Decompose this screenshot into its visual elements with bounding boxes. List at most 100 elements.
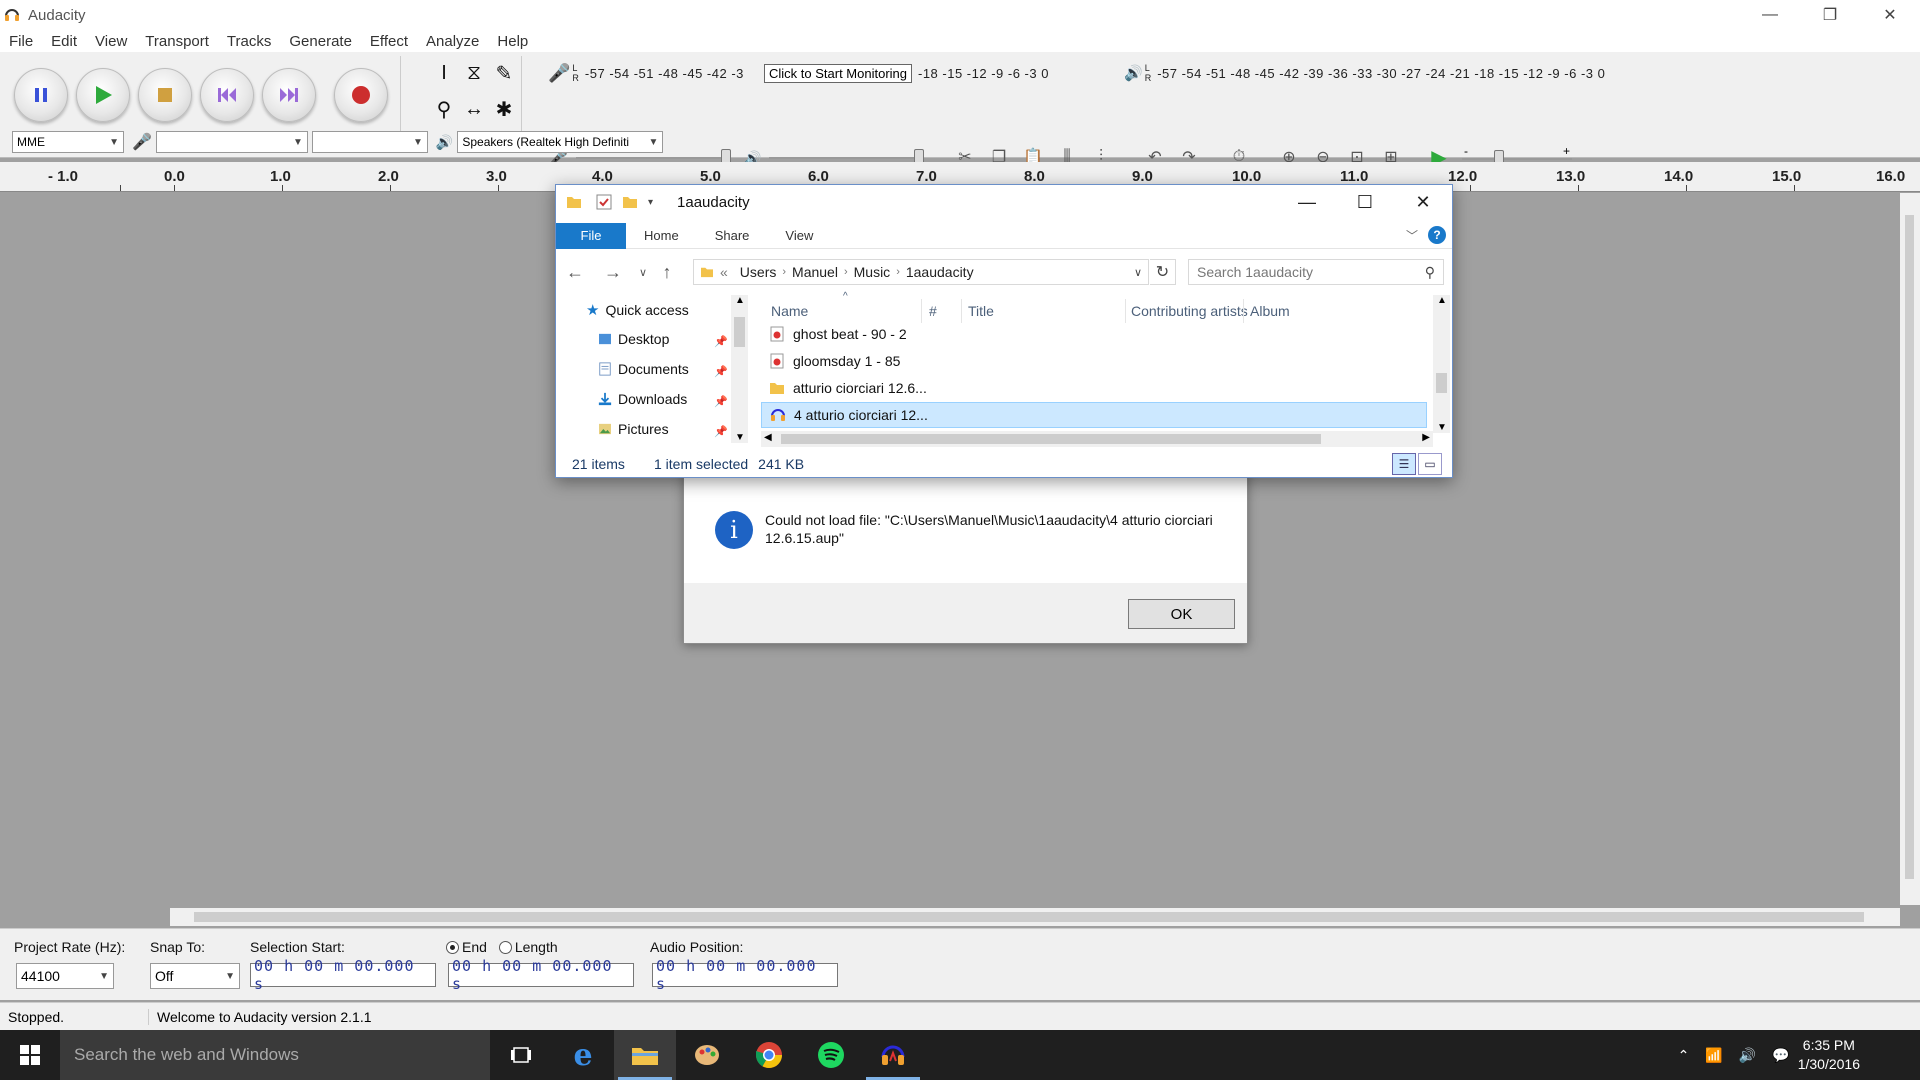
file-list-vscrollbar[interactable]: ▲ ▼	[1433, 295, 1450, 433]
scroll-down-icon[interactable]: ▼	[735, 432, 745, 443]
audio-host-select[interactable]: MME ▼	[12, 131, 124, 153]
draw-tool-icon[interactable]: ✎	[490, 56, 518, 90]
scroll-up-icon[interactable]: ▲	[735, 295, 745, 306]
play-button[interactable]	[76, 68, 130, 122]
menu-transport[interactable]: Transport	[136, 33, 218, 50]
nav-quick-access[interactable]: ★ Quick access	[586, 301, 689, 319]
address-bar[interactable]: « Users › Manuel › Music › 1aaudacity ∨	[693, 259, 1149, 285]
skip-to-start-button[interactable]	[200, 68, 254, 122]
address-dropdown-icon[interactable]: ∨	[1134, 266, 1142, 279]
breadcrumb-music[interactable]: Music	[854, 264, 891, 280]
forward-arrow-icon[interactable]: →	[594, 262, 632, 283]
volume-icon[interactable]: 🔊	[1739, 1047, 1756, 1064]
column-name[interactable]: Name	[771, 303, 808, 319]
nav-pane-scrollbar[interactable]: ▲ ▼	[731, 295, 748, 443]
restore-button[interactable]: ❐	[1800, 0, 1860, 30]
action-center-icon[interactable]: 💬	[1772, 1047, 1789, 1064]
minimize-button[interactable]: —	[1740, 0, 1800, 30]
selection-start-field[interactable]: 00 h 00 m 00.000 s	[250, 957, 436, 993]
input-device-select[interactable]: ▼	[155, 131, 308, 153]
recent-locations-icon[interactable]: ∨	[632, 266, 654, 279]
refresh-button[interactable]: ↻	[1150, 259, 1176, 285]
nav-documents[interactable]: Documents	[598, 361, 689, 377]
horizontal-scrollbar[interactable]	[170, 908, 1900, 926]
taskbar-chrome[interactable]	[738, 1030, 800, 1080]
new-folder-icon[interactable]	[622, 195, 638, 209]
scroll-right-icon[interactable]: ▶	[1422, 432, 1430, 443]
end-radio[interactable]	[446, 941, 459, 954]
explorer-maximize-button[interactable]: ☐	[1336, 185, 1394, 219]
tab-home[interactable]: Home	[626, 223, 697, 249]
large-icons-view-icon[interactable]: ▭	[1418, 453, 1442, 475]
column-number[interactable]: #	[929, 303, 937, 319]
taskbar-clock[interactable]: 6:35 PM 1/30/2016	[1798, 1036, 1860, 1074]
taskbar-file-explorer[interactable]	[614, 1030, 676, 1080]
nav-desktop[interactable]: Desktop	[598, 331, 669, 347]
menu-tracks[interactable]: Tracks	[218, 33, 280, 50]
pin-icon[interactable]: 📌	[714, 335, 728, 348]
column-contributing-artists[interactable]: Contributing artists	[1131, 303, 1248, 319]
snap-to-select[interactable]: Off ▼	[150, 963, 240, 989]
explorer-close-button[interactable]: ✕	[1394, 185, 1452, 219]
record-meter[interactable]: 🎤 L R -57 -54 -51 -48 -45 -42 -3	[548, 60, 744, 86]
task-view-button[interactable]	[490, 1030, 552, 1080]
tab-share[interactable]: Share	[697, 223, 768, 249]
file-row-selected[interactable]: 4 atturio ciorciari 12...	[761, 402, 1427, 428]
pin-icon[interactable]: 📌	[714, 425, 728, 438]
breadcrumb-users[interactable]: Users	[740, 264, 777, 280]
breadcrumb-manuel[interactable]: Manuel	[792, 264, 838, 280]
scroll-up-icon[interactable]: ▲	[1437, 295, 1447, 306]
menu-help[interactable]: Help	[488, 33, 537, 50]
vertical-scrollbar[interactable]	[1900, 193, 1920, 905]
menu-effect[interactable]: Effect	[361, 33, 417, 50]
menu-generate[interactable]: Generate	[280, 33, 361, 50]
file-list-hscrollbar[interactable]: ◀ ▶	[761, 431, 1433, 447]
column-title[interactable]: Title	[968, 303, 994, 319]
wifi-icon[interactable]: 📶	[1705, 1047, 1722, 1064]
audio-position-field[interactable]: 00 h 00 m 00.000 s	[652, 957, 838, 993]
pin-icon[interactable]: 📌	[714, 395, 728, 408]
zoom-tool-icon[interactable]: ⚲	[430, 92, 458, 126]
skip-to-end-button[interactable]	[262, 68, 316, 122]
playback-meter[interactable]: 🔊 L R -57 -54 -51 -48 -45 -42 -39 -36 -3…	[1124, 60, 1605, 86]
customize-toolbar-icon[interactable]: ▾	[648, 197, 653, 208]
menu-edit[interactable]: Edit	[42, 33, 86, 50]
stop-button[interactable]	[138, 68, 192, 122]
explorer-search-input[interactable]: Search 1aaudacity ⚲	[1188, 259, 1444, 285]
back-arrow-icon[interactable]: ←	[556, 262, 594, 283]
selection-end-field[interactable]: 00 h 00 m 00.000 s	[448, 957, 634, 993]
details-view-icon[interactable]: ☰	[1392, 453, 1416, 475]
menu-analyze[interactable]: Analyze	[417, 33, 488, 50]
tab-view[interactable]: View	[767, 223, 831, 249]
column-album[interactable]: Album	[1250, 303, 1290, 319]
file-row[interactable]: ghost beat - 90 - 2	[761, 321, 1427, 347]
nav-downloads[interactable]: Downloads	[598, 391, 687, 407]
length-radio[interactable]	[498, 941, 512, 954]
taskbar-spotify[interactable]	[800, 1030, 862, 1080]
start-button[interactable]	[0, 1030, 60, 1080]
selection-tool-icon[interactable]: I	[430, 56, 458, 90]
pin-icon[interactable]: 📌	[714, 365, 728, 378]
expand-ribbon-icon[interactable]: ﹀	[1406, 227, 1418, 244]
tray-overflow-icon[interactable]: ⌃	[1678, 1047, 1690, 1064]
up-arrow-icon[interactable]: ↑	[654, 262, 680, 283]
close-button[interactable]: ✕	[1860, 0, 1920, 30]
breadcrumb-1aaudacity[interactable]: 1aaudacity	[906, 264, 974, 280]
scroll-down-icon[interactable]: ▼	[1437, 422, 1447, 433]
properties-icon[interactable]	[596, 194, 612, 210]
output-device-select[interactable]: Speakers (Realtek High Definiti ▼	[457, 131, 664, 153]
menu-view[interactable]: View	[86, 33, 136, 50]
taskbar-paint-app[interactable]	[676, 1030, 738, 1080]
scroll-left-icon[interactable]: ◀	[764, 432, 772, 443]
envelope-tool-icon[interactable]: ⧖	[460, 56, 488, 90]
input-channels-select[interactable]: ▼	[311, 131, 428, 153]
project-rate-select[interactable]: 44100 ▼	[16, 963, 114, 989]
record-button[interactable]	[334, 68, 388, 122]
taskbar-audacity[interactable]	[862, 1030, 924, 1080]
time-shift-tool-icon[interactable]: ↔	[460, 92, 488, 126]
tab-file[interactable]: File	[556, 222, 626, 249]
taskbar-edge[interactable]: e	[552, 1030, 614, 1080]
explorer-minimize-button[interactable]: —	[1278, 185, 1336, 219]
folder-row[interactable]: atturio ciorciari 12.6...	[761, 375, 1427, 401]
taskbar-search-input[interactable]: Search the web and Windows	[60, 1030, 490, 1080]
